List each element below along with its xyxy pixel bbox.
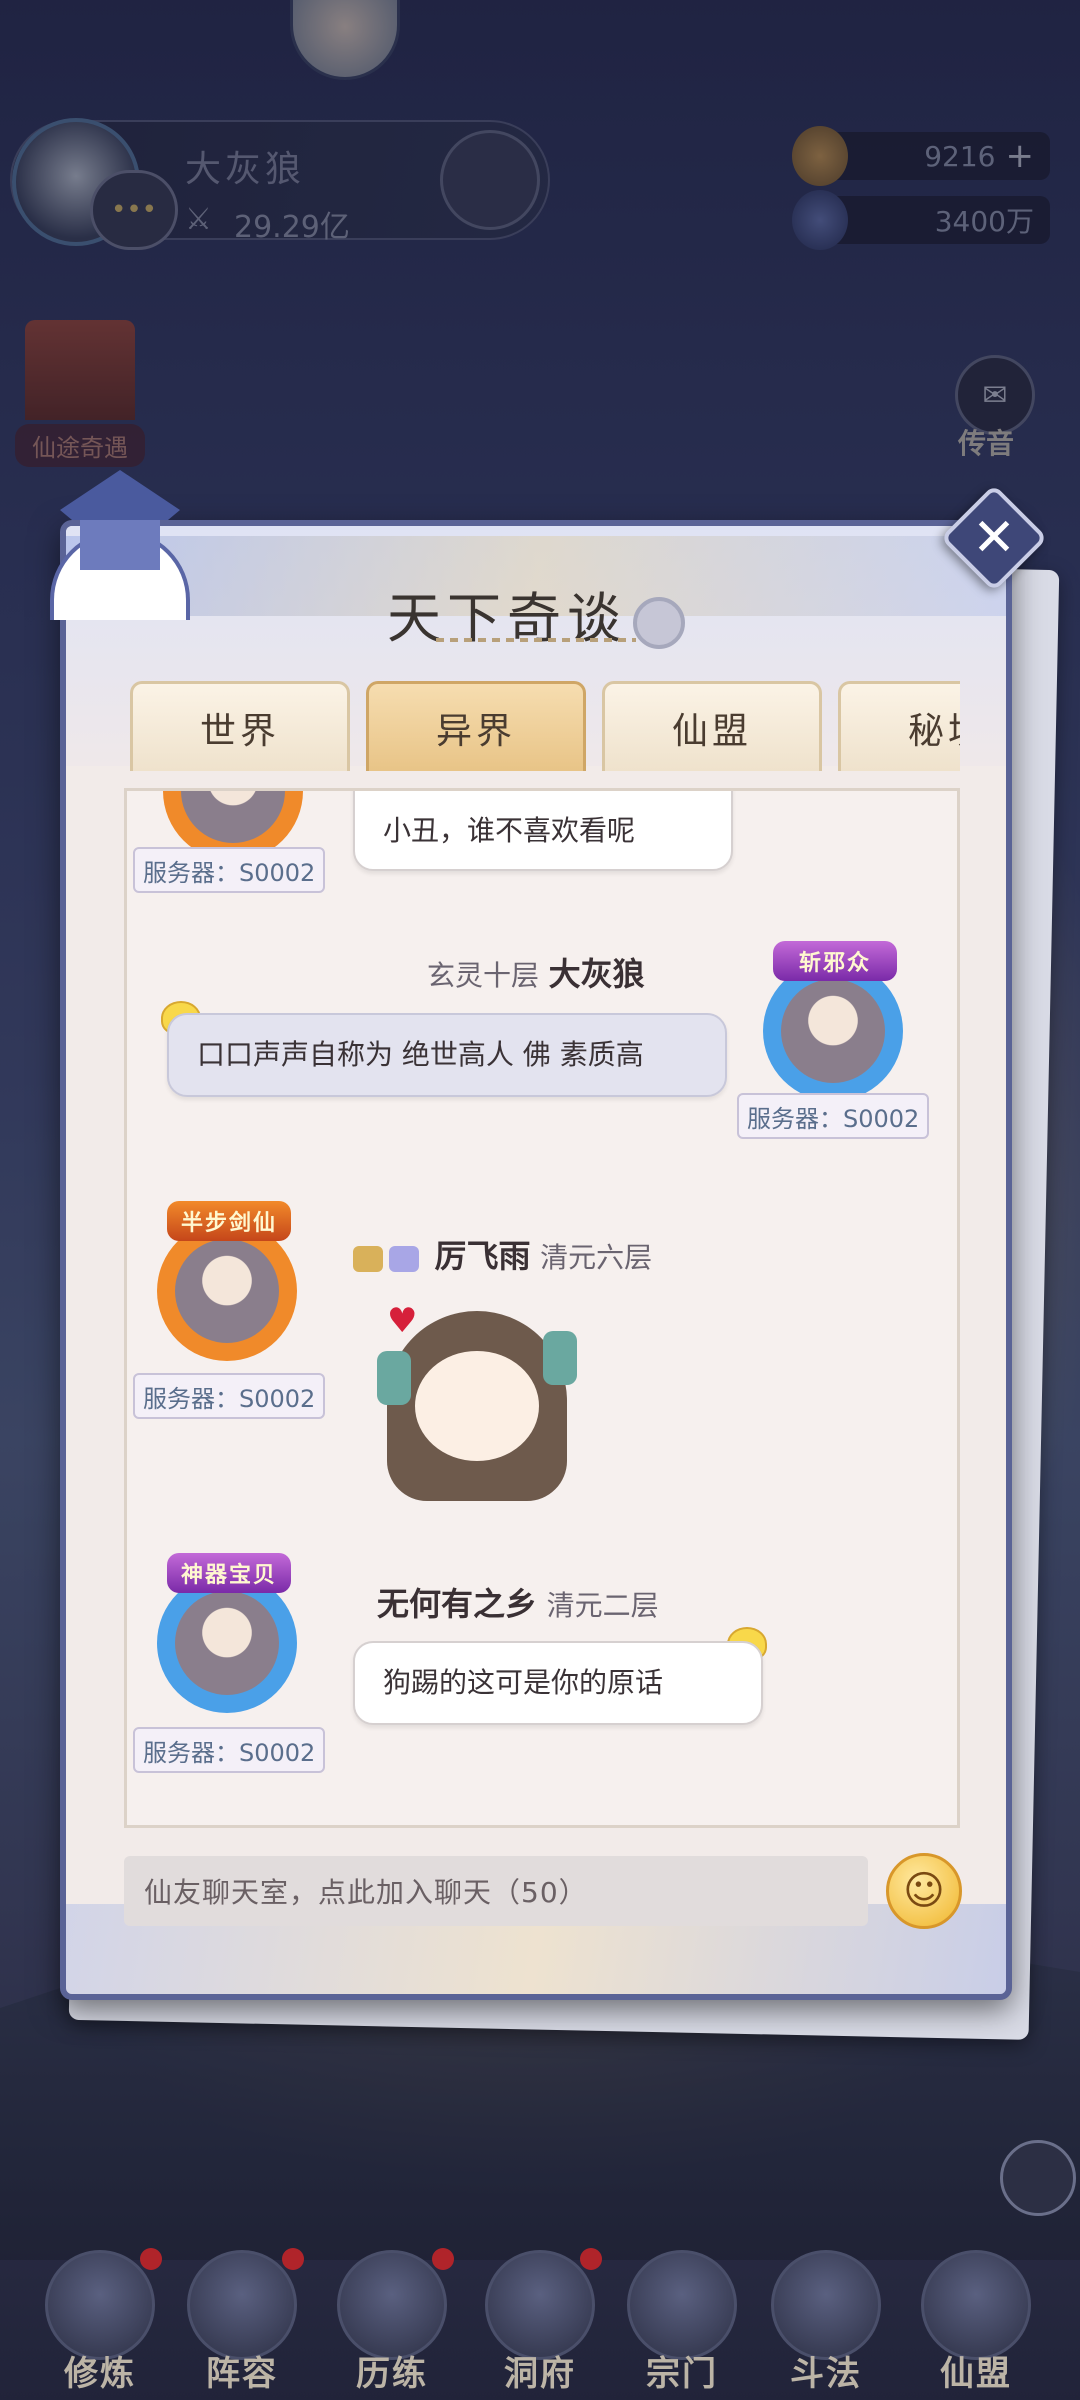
heart-icon: ♥ (387, 1301, 418, 1341)
notification-dot (580, 2248, 602, 2270)
title-ornament (436, 638, 636, 642)
adventure-icon (337, 2250, 447, 2360)
tab-world[interactable]: 世界 (130, 681, 350, 771)
sticker-bow (543, 1331, 577, 1385)
server-tag: 服务器：S0002 (737, 1093, 930, 1139)
sticker-image[interactable]: ♥ (367, 1291, 587, 1511)
sect-icon (627, 2250, 737, 2360)
emoji-icon[interactable]: ☺ (886, 1853, 962, 1929)
nav-label: 仙盟 (940, 2354, 1012, 2394)
tab-other-realm[interactable]: 异界 (366, 681, 586, 771)
tab-alliance[interactable]: 仙盟 (602, 681, 822, 771)
sender-line: 无何有之乡 清元二层 (377, 1579, 659, 1625)
nav-sect[interactable]: 宗门 (612, 2240, 752, 2400)
nav-label: 阵容 (206, 2354, 278, 2394)
avatar-portrait (781, 979, 885, 1083)
nav-lineup[interactable]: 阵容 (172, 2240, 312, 2400)
pavilion-roof (60, 470, 180, 520)
notification-dot (140, 2248, 162, 2270)
message-bubble: 狗踢的这可是你的原话 (353, 1641, 763, 1725)
avatar[interactable]: 斩邪众 (763, 941, 903, 1101)
duel-icon (771, 2250, 881, 2360)
chat-dialog: 天下奇谈 世界 异界 仙盟 秘境 服务器：S0002 小丑，谁不喜欢看呢 玄灵十… (60, 520, 1012, 2000)
nav-label: 斗法 (790, 2354, 862, 2394)
avatar-portrait (181, 791, 285, 843)
alliance-icon (921, 2250, 1031, 2360)
medal-icon (353, 1245, 383, 1272)
message-bubble: 口口声声自称为 绝世高人 佛 素质高 (167, 1013, 727, 1097)
server-tag: 服务器：S0002 (133, 1727, 326, 1773)
close-icon: ✕ (972, 508, 1016, 568)
tab-secret-realm[interactable]: 秘境 (838, 681, 960, 771)
realm-icon (389, 1245, 419, 1272)
chat-message-list[interactable]: 服务器：S0002 小丑，谁不喜欢看呢 玄灵十层 大灰狼 斩邪众 服务器：S00… (124, 788, 960, 1828)
avatar-portrait (175, 1239, 279, 1343)
server-tag: 服务器：S0002 (133, 847, 326, 893)
lineup-icon (187, 2250, 297, 2360)
sender-name: 无何有之乡 (377, 1585, 538, 1623)
bottom-navigation: 修炼 阵容 历练 洞府 宗门 斗法 仙盟 (0, 2240, 1080, 2400)
chat-input[interactable]: 仙友聊天室，点此加入聊天（50） (124, 1856, 868, 1926)
notification-dot (432, 2248, 454, 2270)
sender-line: 厉飞雨 清元六层 (353, 1231, 652, 1277)
cave-icon (485, 2250, 595, 2360)
sender-rank: 清元六层 (540, 1241, 653, 1274)
server-tag: 服务器：S0002 (133, 1373, 326, 1419)
title-badge: 斩邪众 (773, 941, 897, 981)
nav-duel[interactable]: 斗法 (756, 2240, 896, 2400)
avatar-portrait (175, 1591, 279, 1695)
nav-alliance[interactable]: 仙盟 (906, 2240, 1046, 2400)
nav-label: 修炼 (64, 2354, 136, 2394)
avatar[interactable]: 半步剑仙 (157, 1201, 297, 1361)
sender-rank: 清元二层 (546, 1589, 659, 1622)
avatar[interactable]: 神器宝贝 (157, 1553, 297, 1713)
pavilion-body (80, 520, 160, 570)
nav-cave[interactable]: 洞府 (470, 2240, 610, 2400)
message-bubble: 小丑，谁不喜欢看呢 (353, 791, 733, 871)
gear-icon[interactable] (633, 597, 685, 649)
sticker-face (415, 1351, 539, 1461)
joystick-icon[interactable] (1000, 2140, 1076, 2216)
nav-label: 宗门 (646, 2354, 718, 2394)
sender-line: 玄灵十层 大灰狼 (427, 949, 645, 995)
sender-name: 厉飞雨 (434, 1237, 531, 1275)
notification-dot (282, 2248, 304, 2270)
cultivate-icon (45, 2250, 155, 2360)
pavilion-ornament (40, 450, 200, 620)
sticker-bow (377, 1351, 411, 1405)
nav-cultivate[interactable]: 修炼 (30, 2240, 170, 2400)
title-badge: 半步剑仙 (167, 1201, 291, 1241)
sender-name: 大灰狼 (548, 955, 645, 993)
nav-label: 历练 (356, 2354, 428, 2394)
nav-adventure[interactable]: 历练 (322, 2240, 462, 2400)
channel-tabs: 世界 异界 仙盟 秘境 (130, 681, 960, 771)
title-badge: 神器宝贝 (167, 1553, 291, 1593)
sender-rank: 玄灵十层 (427, 959, 540, 992)
nav-label: 洞府 (504, 2354, 576, 2394)
